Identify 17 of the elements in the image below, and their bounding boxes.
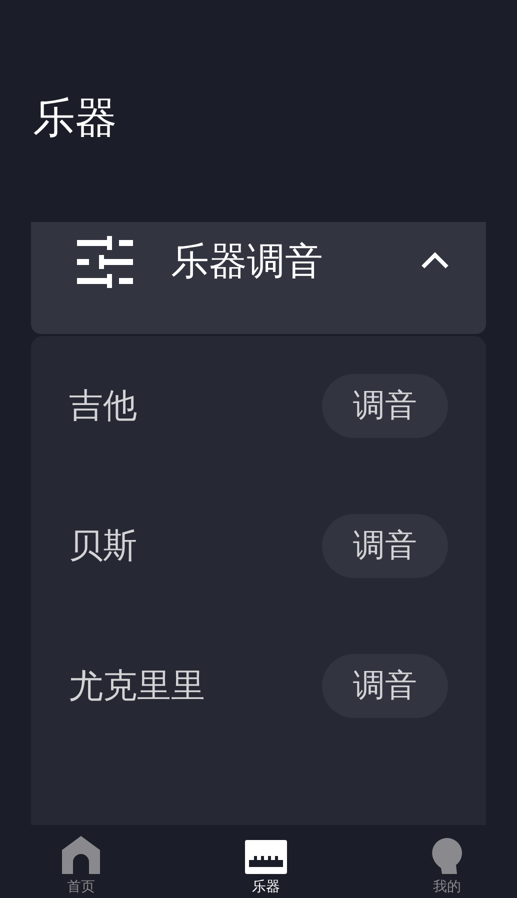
tune-button[interactable]: 调音: [322, 374, 448, 438]
tab[interactable]: 我的: [432, 825, 462, 898]
piano-keys-icon: [245, 840, 287, 874]
tune-button[interactable]: 调音: [322, 654, 448, 718]
house-icon: [62, 836, 100, 874]
instrument-name: 吉他: [69, 385, 137, 428]
tab[interactable]: 首页: [62, 825, 100, 898]
chevron-icon[interactable]: [420, 252, 450, 270]
section-header[interactable]: 乐器调音: [31, 222, 486, 334]
instrument-name: 贝斯: [69, 525, 137, 568]
page-title: 乐器: [33, 92, 118, 144]
tune-button[interactable]: 调音: [322, 514, 448, 578]
instrument-name: 尤克里里: [69, 665, 205, 708]
sliders-icon: [77, 236, 133, 288]
head-icon: [432, 838, 462, 874]
tab[interactable]: 乐器: [245, 825, 287, 898]
section-title: 乐器调音: [171, 240, 323, 282]
